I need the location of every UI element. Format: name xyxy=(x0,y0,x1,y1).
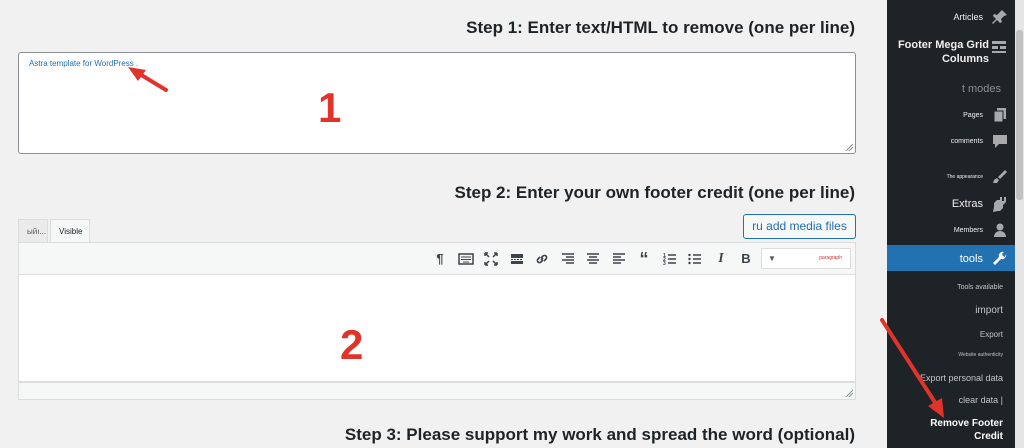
sidebar-item-label: tools xyxy=(959,253,983,265)
sidebar-item-extras[interactable]: Extras xyxy=(887,195,1009,213)
italic-icon[interactable]: I xyxy=(713,251,729,267)
link-icon[interactable] xyxy=(534,251,550,267)
editor-toolbar: ¶ “ 123 I B ▼ paragraph xyxy=(18,242,856,275)
main-content: Step 1: Enter text/HTML to remove (one p… xyxy=(0,0,875,448)
bullet-list-icon[interactable] xyxy=(687,251,703,267)
sidebar-item-pages[interactable]: Pages xyxy=(887,106,1009,124)
active-menu-pointer xyxy=(877,252,884,264)
sidebar-item-appearance[interactable]: The appearance xyxy=(887,168,1009,186)
sidebar-item-label: Pages xyxy=(963,111,983,119)
blockquote-icon[interactable]: “ xyxy=(636,250,652,268)
scrollbar-thumb[interactable] xyxy=(1016,30,1023,200)
submenu-tools-available[interactable]: Tools available xyxy=(887,284,1003,291)
sidebar-item-label: comments xyxy=(950,137,983,145)
step1-heading: Step 1: Enter text/HTML to remove (one p… xyxy=(466,18,855,37)
sidebar-item-t-modes[interactable]: t modes xyxy=(887,80,1009,98)
sidebar-item-label: t modes xyxy=(961,83,1001,95)
paragraph-icon[interactable]: ¶ xyxy=(432,251,448,267)
sidebar-item-comments[interactable]: comments xyxy=(887,132,1009,150)
step2-heading: Step 2: Enter your own footer credit (on… xyxy=(454,183,856,202)
remove-text-value: Astra template for WordPress . xyxy=(29,59,139,68)
bold-icon[interactable]: B xyxy=(738,251,754,267)
align-right-icon[interactable] xyxy=(560,251,576,267)
pages-icon xyxy=(991,106,1009,124)
pin-icon xyxy=(991,8,1009,26)
resize-handle-icon[interactable] xyxy=(845,143,853,151)
submenu-import[interactable]: import xyxy=(887,305,1003,316)
editor-statusbar xyxy=(18,382,856,400)
page-scrollbar[interactable] xyxy=(1015,0,1024,448)
remove-text-textarea[interactable]: Astra template for WordPress . xyxy=(18,52,856,154)
tab-visual[interactable]: Visible xyxy=(50,219,90,243)
plugin-icon xyxy=(991,195,1009,213)
align-left-icon[interactable] xyxy=(611,251,627,267)
tab-html[interactable]: ыйı... xyxy=(18,219,48,242)
sidebar-item-articles[interactable]: Articles xyxy=(887,8,1009,26)
step3-heading: Step 3: Please support my work and sprea… xyxy=(344,425,855,444)
format-select-value: paragraph xyxy=(819,255,842,261)
sidebar-item-members[interactable]: Members xyxy=(887,221,1009,239)
grid-columns-icon xyxy=(990,38,1008,56)
footer-credit-editor[interactable] xyxy=(18,275,856,382)
submenu-remove-footer-credit[interactable]: Remove Footer Credit xyxy=(910,417,1003,443)
add-media-button[interactable]: ru add media files xyxy=(743,214,856,239)
wrench-icon xyxy=(991,250,1009,268)
numbered-list-icon[interactable]: 123 xyxy=(662,251,678,267)
submenu-export-personal-data[interactable]: Export personal data xyxy=(887,373,1003,383)
submenu-export[interactable]: Export xyxy=(887,330,1003,339)
sidebar-item-tools[interactable]: tools xyxy=(887,250,1009,268)
sidebar-item-footer-mega-grid[interactable]: Footer Mega Grid Columns xyxy=(891,38,989,66)
annotation-number-2: 2 xyxy=(340,321,364,368)
comment-icon xyxy=(991,132,1009,150)
chevron-down-icon: ▼ xyxy=(768,254,776,263)
users-icon xyxy=(991,221,1009,239)
keyboard-icon[interactable] xyxy=(458,251,474,267)
fullscreen-icon[interactable] xyxy=(483,251,499,267)
annotation-number-1: 1 xyxy=(318,84,342,131)
format-select[interactable]: ▼ paragraph xyxy=(761,248,851,269)
sidebar-item-label: Members xyxy=(953,226,983,234)
align-center-icon[interactable] xyxy=(585,251,601,267)
submenu-site-health[interactable]: Website authenticity xyxy=(887,352,1003,358)
insert-more-icon[interactable] xyxy=(509,251,525,267)
sidebar-item-label: Footer Mega Grid Columns xyxy=(897,39,989,65)
sidebar-item-label: Extras xyxy=(951,198,983,210)
sidebar-item-label: Articles xyxy=(953,12,983,22)
svg-text:3: 3 xyxy=(663,261,666,267)
sidebar-item-label: The appearance xyxy=(946,174,983,180)
resize-handle-icon[interactable] xyxy=(845,389,853,397)
paintbrush-icon xyxy=(991,168,1009,186)
submenu-clear-data[interactable]: clear data | xyxy=(887,395,1003,405)
